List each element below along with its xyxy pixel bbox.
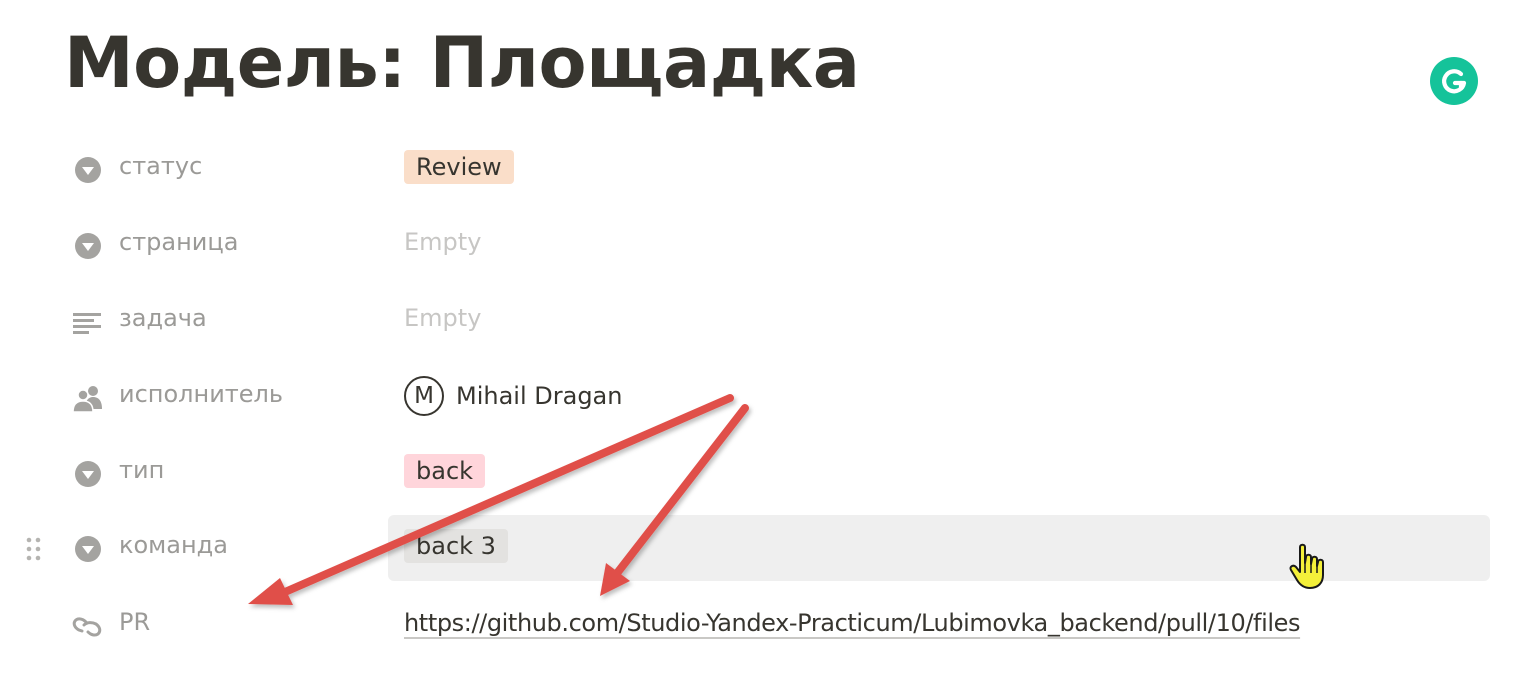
empty-placeholder: Empty: [404, 304, 482, 332]
property-row-status[interactable]: статус Review: [0, 136, 1516, 202]
property-value-pr[interactable]: https://github.com/Studio-Yandex-Practic…: [388, 592, 1490, 658]
page-title: Модель: Площадка: [64, 22, 860, 104]
pr-link[interactable]: https://github.com/Studio-Yandex-Practic…: [404, 609, 1300, 637]
property-label: команда: [119, 531, 228, 559]
property-label: статус: [119, 152, 203, 180]
grammarly-button[interactable]: [1430, 57, 1478, 105]
property-label: страница: [119, 228, 239, 256]
property-row-pr[interactable]: PR https://github.com/Studio-Yandex-Prac…: [0, 592, 1516, 658]
property-row-assignee[interactable]: исполнитель M Mihail Dragan: [0, 364, 1516, 430]
property-value-assignee[interactable]: M Mihail Dragan: [388, 364, 1490, 430]
team-tag[interactable]: back 3: [404, 529, 508, 563]
property-label: PR: [119, 608, 151, 636]
avatar: M: [404, 376, 444, 416]
property-label: исполнитель: [119, 380, 284, 408]
property-row-task[interactable]: задача Empty: [0, 288, 1516, 354]
property-value-type[interactable]: back: [388, 440, 1490, 506]
property-row-page[interactable]: страница Empty: [0, 212, 1516, 278]
select-icon: [72, 533, 104, 565]
grammarly-icon: [1442, 69, 1467, 94]
property-value-page[interactable]: Empty: [388, 212, 1490, 278]
select-icon: [72, 230, 104, 262]
text-icon: [72, 306, 104, 338]
property-value-status[interactable]: Review: [388, 136, 1490, 202]
empty-placeholder: Empty: [404, 228, 482, 256]
drag-handle-icon[interactable]: [24, 536, 44, 564]
select-icon: [72, 154, 104, 186]
status-tag[interactable]: Review: [404, 150, 514, 184]
hand-cursor-icon: [1289, 543, 1324, 589]
property-label: тип: [119, 456, 165, 484]
property-row-type[interactable]: тип back: [0, 440, 1516, 506]
select-icon: [72, 458, 104, 490]
person-name: Mihail Dragan: [456, 382, 623, 410]
url-icon: [72, 610, 104, 642]
type-tag[interactable]: back: [404, 454, 486, 488]
property-label: задача: [119, 304, 207, 332]
person-icon: [72, 382, 104, 414]
property-value-task[interactable]: Empty: [388, 288, 1490, 354]
